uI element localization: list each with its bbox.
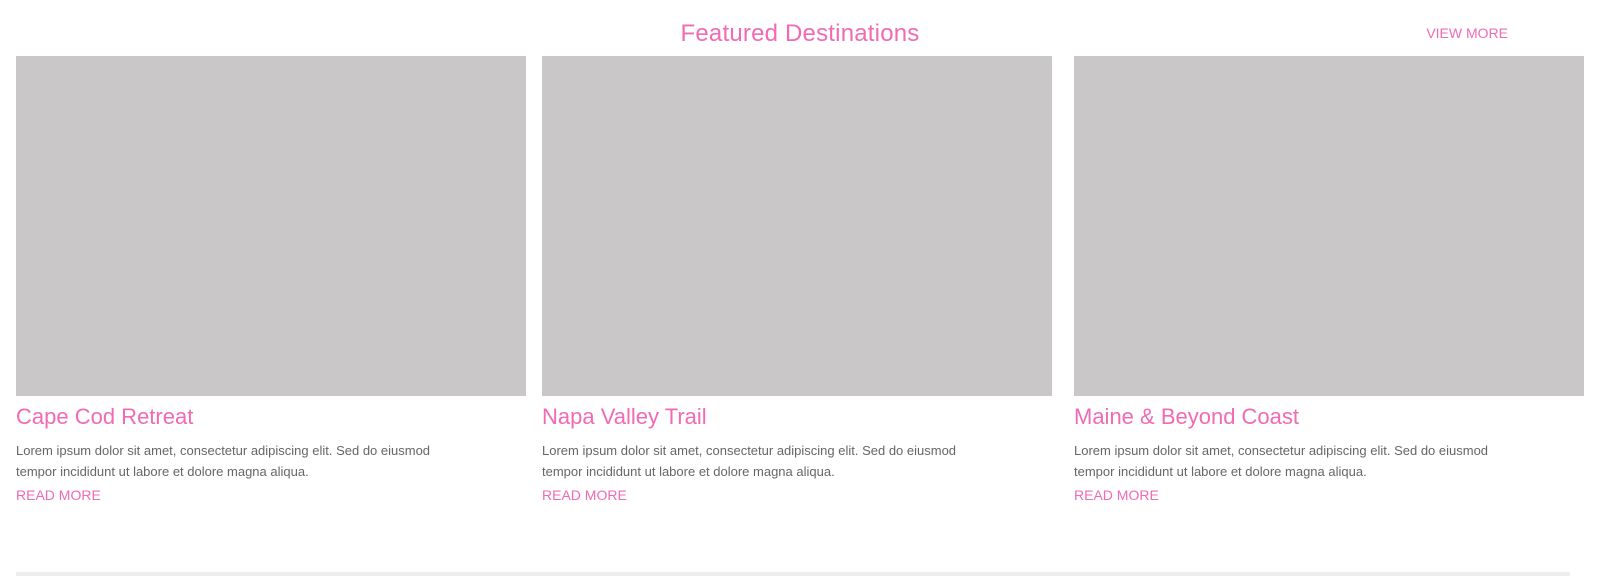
card-image — [542, 56, 1052, 396]
card: Cape Cod Retreat Lorem ipsum dolor sit a… — [16, 56, 526, 532]
bottom-divider — [16, 572, 1570, 576]
card-read-more-link[interactable]: READ MORE — [542, 486, 627, 504]
card-read-more-link[interactable]: READ MORE — [1074, 486, 1159, 504]
header: Featured Destinations VIEW MORE — [0, 0, 1600, 56]
card: Napa Valley Trail Lorem ipsum dolor sit … — [542, 56, 1052, 532]
card-title: Cape Cod Retreat — [16, 404, 194, 429]
card-title: Napa Valley Trail — [542, 404, 707, 429]
view-more-link[interactable]: VIEW MORE — [1426, 24, 1508, 42]
card-title: Maine & Beyond Coast — [1074, 404, 1300, 429]
card-description: Lorem ipsum dolor sit amet, consectetur … — [542, 443, 957, 479]
page-title: Featured Destinations — [680, 20, 920, 47]
card: Maine & Beyond Coast Lorem ipsum dolor s… — [1074, 56, 1584, 532]
card-image — [16, 56, 526, 396]
card-read-more-link[interactable]: READ MORE — [16, 486, 101, 504]
card-image — [1074, 56, 1584, 396]
cards-grid: Cape Cod Retreat Lorem ipsum dolor sit a… — [16, 56, 1584, 532]
card-description: Lorem ipsum dolor sit amet, consectetur … — [16, 443, 431, 479]
card-description: Lorem ipsum dolor sit amet, consectetur … — [1074, 443, 1489, 479]
